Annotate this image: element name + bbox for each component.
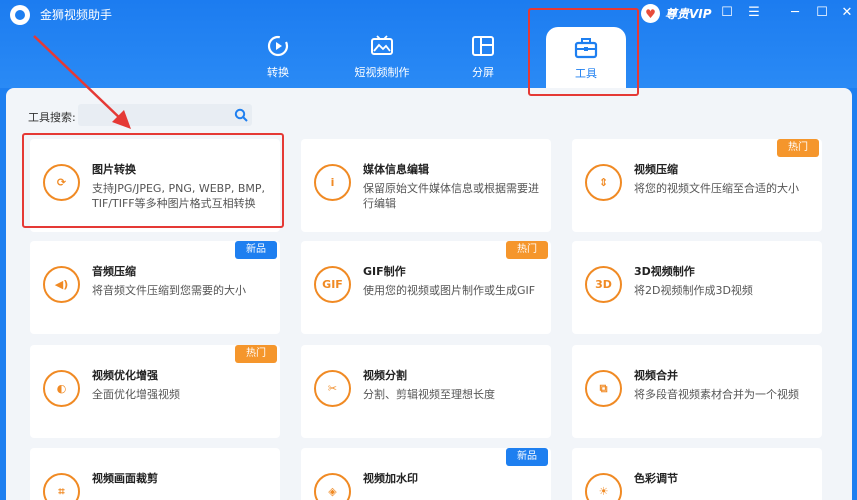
vip-button[interactable]: ♥ 尊贵VIP: [641, 4, 712, 23]
tool-title: 视频画面裁剪: [92, 472, 158, 485]
palette-icon: ◐: [43, 370, 80, 407]
tool-desc: 使用您的视频或图片制作或生成GIF: [363, 284, 536, 297]
tool-desc: 保留原始文件媒体信息或根据需要进行编辑: [363, 182, 539, 210]
tool-card-gif[interactable]: 热门 GIF GIF制作 使用您的视频或图片制作或生成GIF: [301, 241, 551, 334]
tab-convert[interactable]: 转换: [248, 34, 308, 82]
vip-label: 尊贵VIP: [665, 7, 712, 21]
tool-card-video-merge[interactable]: ⧉ 视频合并 将多段音视频素材合并为一个视频: [572, 345, 822, 438]
merge-icon: ⧉: [585, 370, 622, 407]
annotation-box-image-convert: [22, 133, 284, 228]
tool-title: 色彩调节: [634, 472, 678, 485]
tool-card-video-enhance[interactable]: 热门 ◐ 视频优化增强 全面优化增强视频: [30, 345, 280, 438]
crop-icon: ⌗: [43, 473, 80, 500]
search-icon[interactable]: [234, 108, 248, 122]
tool-card-3d-video[interactable]: 3D 3D视频制作 将2D视频制作成3D视频: [572, 241, 822, 334]
tab-short-video-label: 短视频制作: [354, 66, 410, 79]
new-badge: 新品: [506, 448, 548, 466]
3d-icon: 3D: [585, 266, 622, 303]
search-input[interactable]: [78, 104, 252, 126]
tab-split-screen-label: 分屏: [472, 66, 494, 79]
title-bar: 金狮视频助手 ♥ 尊贵VIP ☐ ☰ ─ ☐ ✕ 转换 短视频制作 分屏 工具: [0, 0, 857, 89]
tool-title: 视频合并: [634, 369, 678, 382]
hot-badge: 热门: [235, 345, 277, 363]
tab-split-screen[interactable]: 分屏: [453, 34, 513, 82]
tab-convert-label: 转换: [267, 66, 289, 79]
tool-card-color-adjust[interactable]: ☀ 色彩调节: [572, 448, 822, 500]
feedback-icon[interactable]: ☐: [717, 3, 737, 23]
tool-card-video-split[interactable]: ✂ 视频分割 分割、剪辑视频至理想长度: [301, 345, 551, 438]
tool-title: 视频加水印: [363, 472, 418, 485]
tool-desc: 将多段音视频素材合并为一个视频: [634, 388, 799, 401]
tool-title: 视频压缩: [634, 163, 678, 176]
watermark-icon: ◈: [314, 473, 351, 500]
app-title: 金狮视频助手: [40, 8, 113, 22]
split-screen-icon: [472, 36, 494, 56]
heart-icon: ♥: [641, 4, 660, 23]
tool-desc: 分割、剪辑视频至理想长度: [363, 388, 495, 401]
tool-title: 音频压缩: [92, 265, 136, 278]
gif-icon: GIF: [314, 266, 351, 303]
tool-card-video-compress[interactable]: 热门 ⇕ 视频压缩 将您的视频文件压缩至合适的大小: [572, 139, 822, 232]
hot-badge: 热门: [777, 139, 819, 157]
short-video-icon: [371, 35, 393, 55]
annotation-box-tools-tab: [528, 8, 639, 96]
tool-title: 视频分割: [363, 369, 407, 382]
tool-card-video-watermark[interactable]: 新品 ◈ 视频加水印: [301, 448, 551, 500]
search-label: 工具搜索:: [28, 111, 76, 124]
minimize-icon[interactable]: ─: [785, 3, 805, 23]
info-icon: i: [314, 164, 351, 201]
app-logo-icon: [10, 5, 30, 25]
close-icon[interactable]: ✕: [837, 3, 857, 23]
tool-card-media-info[interactable]: i 媒体信息编辑 保留原始文件媒体信息或根据需要进行编辑: [301, 139, 551, 232]
scissors-icon: ✂: [314, 370, 351, 407]
tool-title: GIF制作: [363, 265, 406, 278]
maximize-icon[interactable]: ☐: [812, 3, 832, 23]
tool-title: 媒体信息编辑: [363, 163, 429, 176]
hot-badge: 热门: [506, 241, 548, 259]
sun-icon: ☀: [585, 473, 622, 500]
new-badge: 新品: [235, 241, 277, 259]
audio-icon: ◀): [43, 266, 80, 303]
convert-icon: [267, 35, 289, 57]
tab-short-video[interactable]: 短视频制作: [345, 34, 419, 82]
tool-desc: 将2D视频制作成3D视频: [634, 284, 753, 297]
compress-icon: ⇕: [585, 164, 622, 201]
tool-card-video-crop[interactable]: ⌗ 视频画面裁剪: [30, 448, 280, 500]
menu-icon[interactable]: ☰: [744, 3, 764, 23]
tool-desc: 全面优化增强视频: [92, 388, 180, 401]
tool-title: 视频优化增强: [92, 369, 158, 382]
tool-desc: 将您的视频文件压缩至合适的大小: [634, 182, 799, 195]
tool-card-audio-compress[interactable]: 新品 ◀) 音频压缩 将音频文件压缩到您需要的大小: [30, 241, 280, 334]
tool-desc: 将音频文件压缩到您需要的大小: [92, 284, 246, 297]
tool-title: 3D视频制作: [634, 265, 695, 278]
